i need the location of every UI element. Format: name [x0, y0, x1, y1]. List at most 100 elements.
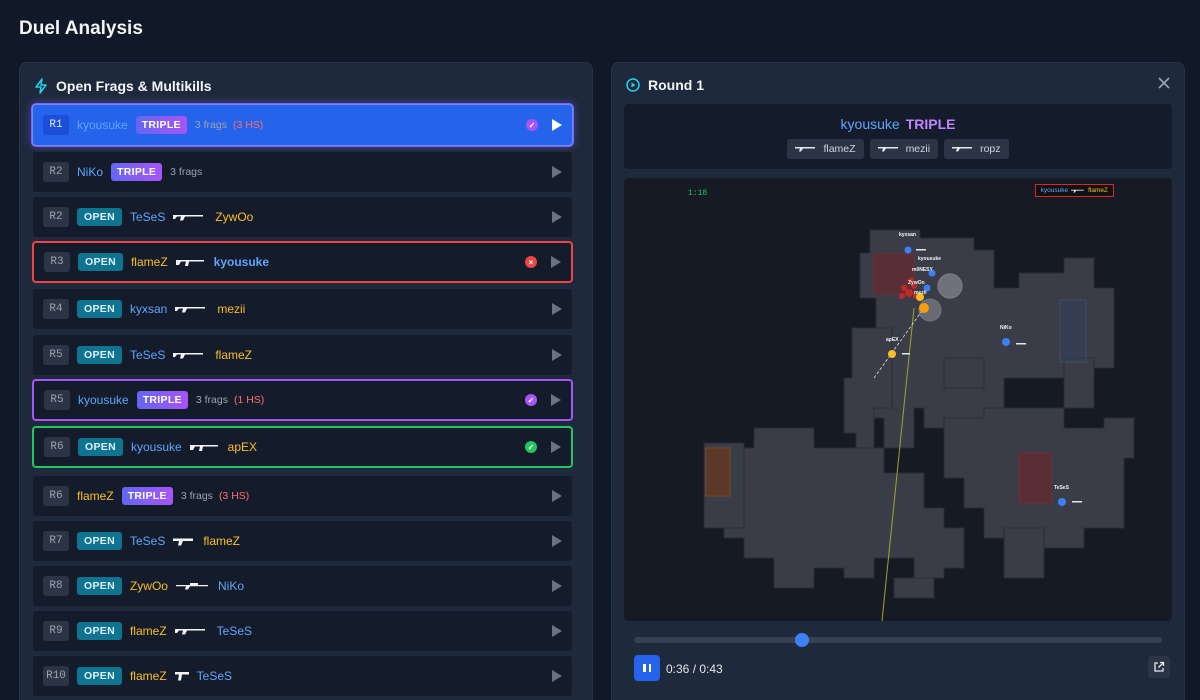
frag-count: 3 frags: [194, 119, 227, 131]
victim-name: NiKo: [217, 579, 244, 593]
timeline-thumb[interactable]: [794, 633, 809, 647]
play-icon[interactable]: [552, 490, 562, 502]
attacker-name: TeSeS: [129, 534, 166, 548]
lightning-icon: [35, 78, 47, 94]
play-circle-icon: [626, 78, 640, 92]
open-badge: OPEN: [77, 300, 122, 318]
frag-row[interactable]: R2 OPEN TeSeS ZywOo: [32, 196, 573, 238]
ak-icon: [175, 258, 206, 267]
panel-header: Open Frags & Multikills: [34, 77, 212, 95]
kill-summary: kyousuke TRIPLE flameZ mezii ropz: [624, 104, 1172, 169]
frag-row[interactable]: R3 OPEN flameZ kyousuke ×: [32, 241, 573, 283]
map-label-kyxsan: kyxsan: [899, 232, 916, 238]
open-badge: OPEN: [77, 208, 122, 226]
play-icon[interactable]: [552, 535, 562, 547]
play-icon[interactable]: [552, 625, 562, 637]
frag-row[interactable]: R9 OPEN flameZ TeSeS: [32, 610, 573, 652]
play-icon[interactable]: [552, 166, 562, 178]
panel-title: Open Frags & Multikills: [56, 78, 212, 94]
attacker-name: flameZ: [129, 669, 167, 683]
victim-name: apEX: [227, 440, 258, 454]
summary-title: kyousuke TRIPLE: [624, 116, 1172, 132]
round-badge: R2: [43, 162, 69, 182]
map-label-mezii: mezii: [914, 290, 927, 296]
headshot-count: (1 HS): [233, 394, 265, 406]
frag-row[interactable]: R4 OPEN kyxsan mezii: [32, 288, 573, 330]
triple-badge: TRIPLE: [111, 163, 163, 181]
victim-chip: mezii: [869, 139, 939, 159]
frag-row[interactable]: R5 OPEN TeSeS flameZ: [32, 334, 573, 376]
play-icon[interactable]: [551, 256, 561, 268]
headshot-count: (3 HS): [218, 490, 250, 502]
triple-badge: TRIPLE: [121, 487, 173, 505]
map-label-teses: TeSeS: [1054, 485, 1070, 491]
open-external-button[interactable]: [1148, 656, 1170, 678]
timeline-slider[interactable]: [634, 633, 1162, 647]
frag-row[interactable]: R7 OPEN TeSeS flameZ: [32, 520, 573, 562]
summary-player: kyousuke: [840, 116, 900, 132]
round-badge: R8: [43, 576, 69, 596]
status-icon: ✓: [526, 119, 538, 131]
smg-icon: [173, 537, 195, 546]
victim-name: flameZ: [215, 348, 253, 362]
victim-name: flameZ: [823, 143, 856, 155]
victim-name: ropz: [980, 143, 1001, 155]
playback-time: 0:36 / 0:43: [666, 662, 723, 676]
round-badge: R10: [43, 666, 69, 686]
play-icon[interactable]: [552, 349, 562, 361]
play-icon[interactable]: [551, 441, 561, 453]
victim-chip: ropz: [944, 139, 1009, 159]
rifle-icon: [173, 213, 207, 221]
frag-count: 3 frags: [195, 394, 228, 406]
round-badge: R6: [44, 437, 70, 457]
close-icon[interactable]: [1156, 75, 1172, 91]
victim-chip: flameZ: [787, 139, 864, 159]
frag-row[interactable]: R6 OPEN kyousuke apEX ✓: [32, 426, 573, 468]
frag-row[interactable]: R10 OPEN flameZ TeSeS: [32, 655, 573, 697]
headshot-count: (3 HS): [232, 119, 264, 131]
victim-name: TeSeS: [196, 669, 233, 683]
killfeed-victim: flameZ: [1088, 187, 1108, 194]
play-icon[interactable]: [552, 211, 562, 223]
frag-row[interactable]: R1 kyousuke TRIPLE 3 frags (3 HS) ✓: [32, 104, 573, 146]
status-icon: ✓: [525, 394, 537, 406]
attacker-name: TeSeS: [129, 210, 166, 224]
rifle-icon: [173, 351, 207, 359]
frag-row[interactable]: R2 NiKo TRIPLE 3 frags: [32, 151, 573, 193]
awp-icon: [175, 582, 210, 590]
killfeed-attacker: kyousuke: [1040, 187, 1069, 194]
attacker-name: TeSeS: [129, 348, 166, 362]
status-icon: ×: [525, 256, 537, 268]
pistol-icon: [174, 671, 189, 681]
play-icon[interactable]: [552, 670, 562, 682]
external-link-icon: [1154, 661, 1165, 672]
play-icon[interactable]: [552, 580, 562, 592]
open-badge: OPEN: [78, 253, 123, 271]
triple-badge: TRIPLE: [136, 391, 188, 409]
frag-row[interactable]: R8 OPEN ZywOo NiKo: [32, 565, 573, 607]
round-badge: R7: [43, 531, 69, 551]
victim-name: mezii: [905, 143, 931, 155]
frag-count: 3 frags: [180, 490, 213, 502]
round-title: Round 1: [648, 77, 704, 93]
player-name: flameZ: [77, 489, 114, 503]
open-frags-panel: Open Frags & Multikills R1 kyousuke TRIPLE…: [19, 62, 593, 700]
victim-name: flameZ: [203, 534, 241, 548]
frag-count: 3 frags: [170, 166, 203, 178]
play-icon[interactable]: [551, 394, 561, 406]
round-badge: R6: [43, 486, 69, 506]
play-icon[interactable]: [552, 119, 562, 131]
frag-row[interactable]: R5 kyousuke TRIPLE 3 frags (1 HS) ✓: [32, 379, 573, 421]
radar-map[interactable]: kyxsan kyousuke m0NESY ZywOo mezii apEX …: [624, 178, 1172, 621]
round-badge: R1: [43, 115, 69, 135]
killfeed: kyousuke flameZ: [1034, 184, 1114, 197]
rifle-icon: [1071, 189, 1084, 193]
pause-icon: [643, 664, 646, 672]
round-badge: R5: [43, 345, 69, 365]
round-badge: R5: [44, 390, 70, 410]
round-header: Round 1: [626, 77, 704, 93]
frag-row[interactable]: R6 flameZ TRIPLE 3 frags (3 HS): [32, 475, 573, 517]
pause-button[interactable]: [634, 655, 660, 681]
attacker-name: ZywOo: [129, 579, 168, 593]
play-icon[interactable]: [552, 303, 562, 315]
